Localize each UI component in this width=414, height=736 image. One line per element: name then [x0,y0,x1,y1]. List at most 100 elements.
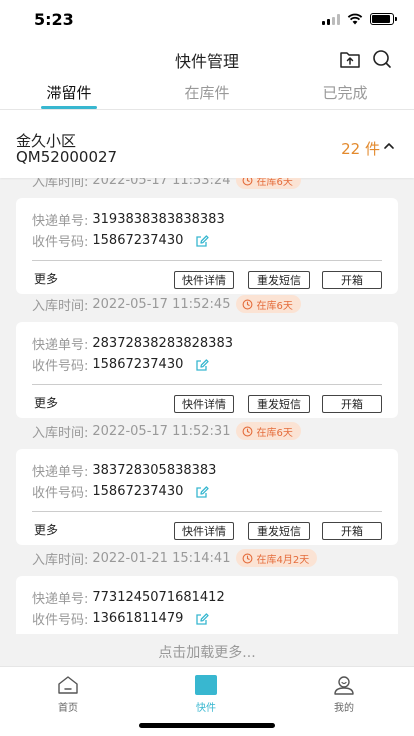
tabbar-item-home[interactable]: 首页 [38,675,98,714]
tracking-label: 快递单号: [32,592,89,607]
nav-bar: 快件管理 [0,40,414,76]
search-icon[interactable] [371,48,393,70]
storage-badge-text: 在库6天 [256,427,293,439]
resend-sms-button[interactable]: 重发短信 [248,395,310,413]
phone-number: 15867237430 [92,357,184,372]
phone-label: 收件号码: [32,235,89,250]
chevron-up-icon[interactable] [382,139,396,153]
card-divider [32,260,382,261]
parcel-time-row: 入库时间: 2022-05-17 11:52:31 在库6天 [32,419,301,443]
clock-icon [243,299,253,309]
home-indicator [139,723,275,728]
phone-number: 13661811479 [92,611,184,626]
phone-row: 收件号码: 15867237430 [32,231,210,250]
parcel-time-row: 入库时间: 2022-05-17 11:52:45 在库6天 [32,292,301,316]
load-more-button[interactable]: 点击加载更多... [0,634,414,666]
tracking-label: 快递单号: [32,338,89,353]
tracking-label: 快递单号: [32,214,89,229]
resend-sms-button[interactable]: 重发短信 [248,522,310,540]
tab-stranded[interactable]: 滞留件 [0,76,138,109]
cellular-signal-icon [322,13,340,25]
phone-row: 收件号码: 13661811479 [32,609,210,628]
resend-sms-button[interactable]: 重发短信 [248,271,310,289]
inbound-time-label: 入库时间: [32,552,89,568]
phone-number: 15867237430 [92,484,184,499]
area-header[interactable]: 金久小区 QM52000027 22 件 [0,110,414,178]
tabbar-label: 快件 [196,703,216,714]
open-box-button[interactable]: 开箱 [322,522,382,540]
parcel-time-row: 入库时间: 2022-01-21 15:14:41 在库4月2天 [32,546,318,570]
edit-icon[interactable] [195,358,210,372]
storage-badge: 在库6天 [236,178,301,189]
more-button[interactable]: 更多 [34,394,58,411]
parcel-detail-button[interactable]: 快件详情 [174,271,234,289]
clock-icon [243,178,253,185]
clock-icon [243,426,253,436]
tab-completed[interactable]: 已完成 [276,76,414,109]
open-box-button[interactable]: 开箱 [322,271,382,289]
phone-row: 收件号码: 15867237430 [32,355,210,374]
parcel-list: 入库时间: 2022-05-17 11:53:24 在库6天 快递单号: 319… [0,178,414,634]
status-bar: 5:23 [0,0,414,40]
status-time: 5:23 [34,10,74,29]
parcel-detail-button[interactable]: 快件详情 [174,522,234,540]
parcel-time-row: 入库时间: 2022-05-17 11:53:24 在库6天 [32,178,301,192]
status-tabs: 滞留件 在库件 已完成 [0,76,414,110]
parcel-detail-button[interactable]: 快件详情 [174,395,234,413]
storage-badge: 在库6天 [236,422,301,440]
upload-box-icon[interactable] [339,48,361,70]
inbound-time: 2022-05-17 11:52:31 [92,423,231,439]
tracking-number: 7731245071681412 [92,590,225,605]
storage-badge-text: 在库6天 [256,178,293,188]
card-divider [32,511,382,512]
battery-icon [370,13,397,25]
storage-badge: 在库6天 [236,295,301,313]
parcel-card: 快递单号: 7731245071681412 收件号码: 13661811479 [16,576,398,634]
tracking-number: 383728305838383 [92,463,217,478]
home-icon [58,676,78,694]
tabbar-item-profile[interactable]: 我的 [314,675,374,714]
inbound-time-label: 入库时间: [32,178,89,190]
wifi-icon [347,13,363,25]
area-code: QM52000027 [16,148,118,166]
tracking-row: 快递单号: 7731245071681412 [32,588,225,607]
tracking-number: 28372838283828383 [92,336,233,351]
profile-icon [334,676,354,695]
tracking-number: 3193838383838383 [92,212,225,227]
edit-icon[interactable] [195,485,210,499]
open-box-button[interactable]: 开箱 [322,395,382,413]
more-button[interactable]: 更多 [34,270,58,287]
parcel-card: 快递单号: 3193838383838383 收件号码: 15867237430… [16,198,398,294]
storage-badge: 在库4月2天 [236,549,318,567]
storage-badge-text: 在库4月2天 [256,554,310,566]
inbound-time-label: 入库时间: [32,425,89,441]
status-icons [322,13,397,25]
inbound-time: 2022-05-17 11:52:45 [92,296,231,312]
phone-row: 收件号码: 15867237430 [32,482,210,501]
storage-badge-text: 在库6天 [256,300,293,312]
parcel-icon [195,675,217,695]
clock-icon [243,553,253,563]
tracking-label: 快递单号: [32,465,89,480]
tabbar-item-parcels[interactable]: 快件 [176,675,236,714]
phone-label: 收件号码: [32,486,89,501]
tab-in-stock[interactable]: 在库件 [138,76,276,109]
inbound-time-label: 入库时间: [32,298,89,314]
phone-label: 收件号码: [32,359,89,374]
bottom-tab-bar: 首页 快件 我的 [0,666,414,736]
tabbar-label: 我的 [334,703,354,714]
phone-label: 收件号码: [32,613,89,628]
tracking-row: 快递单号: 383728305838383 [32,461,216,480]
inbound-time: 2022-05-17 11:53:24 [92,178,231,188]
parcel-card: 快递单号: 28372838283828383 收件号码: 1586723743… [16,322,398,418]
phone-number: 15867237430 [92,233,184,248]
tabbar-label: 首页 [58,703,78,714]
card-divider [32,384,382,385]
tracking-row: 快递单号: 3193838383838383 [32,210,225,229]
more-button[interactable]: 更多 [34,521,58,538]
edit-icon[interactable] [195,234,210,248]
edit-icon[interactable] [195,612,210,626]
inbound-time: 2022-01-21 15:14:41 [92,550,231,566]
parcel-card: 快递单号: 383728305838383 收件号码: 15867237430 … [16,449,398,545]
parcel-count: 22 件 [341,140,380,158]
